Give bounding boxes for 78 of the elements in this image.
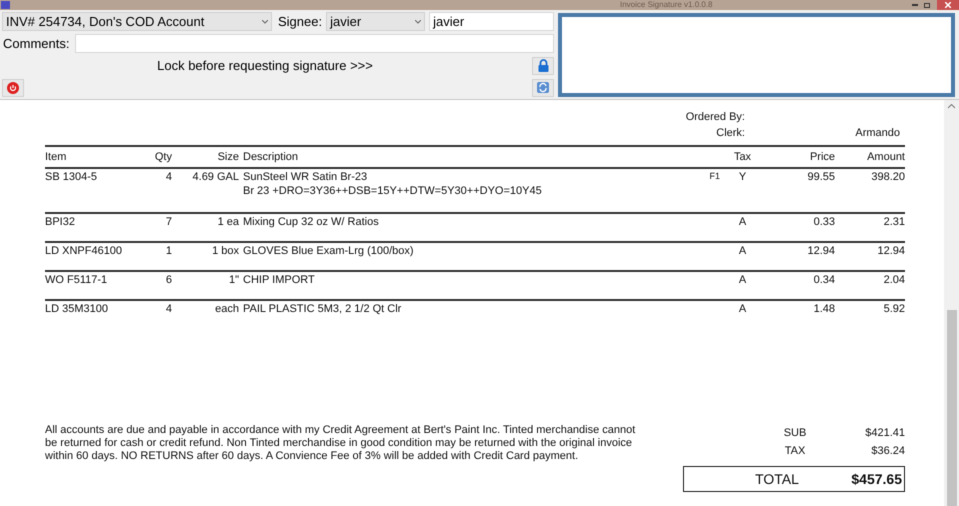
power-icon	[7, 82, 19, 94]
ordered-by-label: Ordered By:	[684, 110, 746, 125]
total-box: TOTAL $457.65	[683, 466, 905, 492]
clerk-label: Clerk:	[715, 126, 746, 141]
tax-cell-text: A	[738, 216, 748, 228]
padlock-icon	[538, 59, 548, 72]
column-header: Size	[216, 151, 239, 163]
lock-hint: Lock before requesting signature >>>	[156, 58, 374, 73]
size-cell-text: each	[214, 303, 239, 315]
size-cell-text: 1 ea	[216, 216, 239, 228]
signature-pad[interactable]	[558, 13, 955, 97]
subtotal-label: SUB	[782, 426, 808, 441]
column-header: Price	[808, 151, 835, 163]
lock-button[interactable]	[532, 56, 554, 74]
size-cell-text: 1"	[228, 274, 239, 286]
qty-cell-text: 4	[164, 303, 172, 315]
description-cell-text: SunSteel WR Satin Br-23	[243, 171, 368, 183]
refresh-button[interactable]	[532, 78, 554, 96]
tax-cell-text: Y	[738, 171, 748, 185]
column-header: Description	[242, 151, 300, 163]
scroll-thumb[interactable]	[946, 310, 956, 506]
size-cell-text: 1 box	[211, 245, 239, 257]
comments-field[interactable]	[75, 34, 554, 53]
tax-cell-text: A	[738, 274, 748, 286]
subtotal-value: $421.41	[864, 426, 905, 441]
clerk-name: Armando	[854, 126, 901, 141]
price-cell-text: 12.94	[806, 245, 835, 257]
item-cell-text: BPI32	[45, 216, 76, 228]
invoice-dropdown[interactable]: INV# 254734, Don's COD Account	[2, 12, 272, 31]
signee-name-field[interactable]: javier	[429, 12, 554, 31]
column-header: Amount	[866, 151, 905, 163]
dropdown-caret-icon	[415, 20, 422, 24]
terms-text: All accounts are due and payable in accordance with my Credit Agreement at Bert's Paint Inc. Tinted merchandise cannot be returned for cash or credit refund. Non Tinted merchandise in good condition may be returned with the original invoice within 60 days. NO RETURNS after 60 days. A Convience Fee of 3% will be added with Credit Card payment.	[45, 424, 636, 463]
window-title: Invoice Signature v1.0.0.8	[620, 0, 713, 10]
column-header: Qty	[154, 151, 172, 163]
amount-cell-text: 5.92	[882, 303, 905, 315]
amount-cell-text: 2.31	[882, 216, 905, 228]
tax-label: TAX	[784, 444, 806, 459]
restore-icon	[924, 2, 931, 8]
signee-label: Signee:	[278, 14, 322, 29]
minimize-icon	[912, 4, 918, 6]
close-button[interactable]	[937, 0, 959, 10]
tax-cell-text: A	[738, 303, 748, 315]
power-button[interactable]	[2, 78, 24, 96]
price-cell-text: 0.33	[812, 216, 835, 228]
amount-cell-text: 12.94	[876, 245, 905, 257]
qty-cell-text: 4	[164, 171, 172, 185]
qty-cell-text: 7	[164, 216, 172, 228]
column-header: Item	[45, 151, 68, 163]
column-header: Tax	[732, 151, 752, 163]
tax-value: $36.24	[870, 444, 905, 459]
scroll-up-icon[interactable]	[948, 104, 955, 109]
qty-cell-text: 1	[164, 245, 172, 257]
description-cell-text: PAIL PLASTIC 5M3, 2 1/2 Qt Clr	[243, 303, 402, 315]
scrollbar[interactable]	[944, 100, 959, 506]
item-cell-text: SB 1304-5	[45, 171, 98, 185]
refresh-icon	[536, 81, 550, 94]
item-cell-text: LD 35M3100	[45, 303, 109, 315]
price-cell-text: 0.34	[812, 274, 835, 286]
close-icon	[945, 2, 951, 8]
flag-cell-text: F1	[708, 171, 720, 183]
description-cell-text: Br 23 +DRO=3Y36++DSB=15Y++DTW=5Y30++DYO=10Y45	[243, 185, 543, 197]
dropdown-caret-icon	[262, 20, 268, 24]
signee-dropdown[interactable]: javier	[326, 12, 426, 31]
amount-cell-text: 2.04	[882, 274, 905, 286]
comments-label: Comments:	[3, 36, 70, 51]
qty-cell-text: 6	[164, 274, 172, 286]
description-cell-text: Mixing Cup 32 oz W/ Ratios	[243, 216, 380, 228]
price-cell-text: 99.55	[806, 171, 835, 185]
item-cell-text: LD XNPF46100	[45, 245, 124, 257]
size-cell-text: 4.69 GAL	[192, 171, 239, 185]
tax-cell-text: A	[738, 245, 748, 257]
amount-cell-text: 398.20	[870, 171, 905, 185]
app-icon	[1, 1, 10, 9]
price-cell-text: 1.48	[812, 303, 835, 315]
item-cell-text: WO F5117-1	[45, 274, 108, 286]
description-cell-text: CHIP IMPORT	[243, 274, 316, 286]
description-cell-text: GLOVES Blue Exam-Lrg (100/box)	[243, 245, 415, 257]
